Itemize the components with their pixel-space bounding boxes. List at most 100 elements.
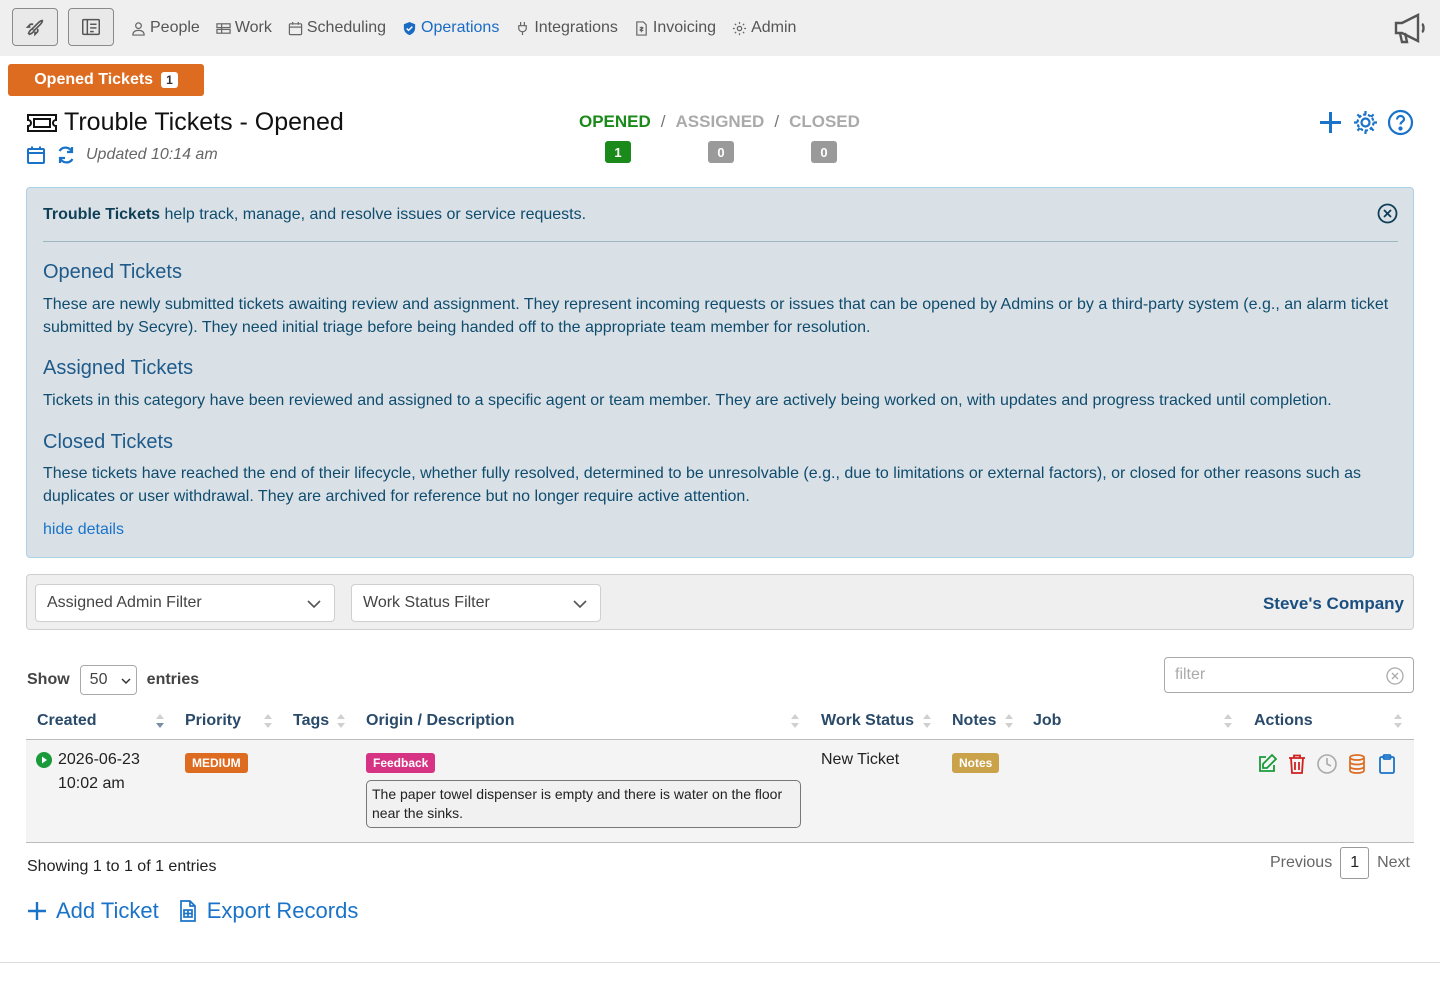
table-filter-input[interactable]: filter (1164, 657, 1414, 693)
info-intro-bold: Trouble Tickets (43, 206, 161, 223)
header-actions (1317, 109, 1414, 136)
dashboard-button[interactable] (68, 8, 114, 46)
database-icon[interactable] (1346, 753, 1368, 775)
column-created[interactable]: Created (37, 712, 97, 730)
work-status-filter-label: Work Status Filter (363, 594, 490, 611)
assigned-admin-filter-label: Assigned Admin Filter (47, 594, 202, 611)
table-filter-placeholder: filter (1175, 666, 1206, 683)
nav-people[interactable]: People (131, 19, 200, 37)
calendar-icon[interactable] (26, 145, 46, 165)
ticket-icon (27, 113, 57, 132)
page-1-button[interactable]: 1 (1340, 847, 1370, 879)
sort-icon[interactable] (1224, 714, 1232, 728)
opened-tickets-tab-count: 1 (161, 72, 178, 88)
table-header: Created Priority Tags Origin / Descripti… (26, 704, 1414, 740)
sort-icon[interactable] (923, 714, 931, 728)
entries-select[interactable]: 50 (79, 665, 137, 695)
close-icon[interactable] (1377, 203, 1398, 224)
add-ticket-button[interactable]: Add Ticket (26, 898, 159, 924)
closed-count-badge: 0 (811, 141, 837, 163)
nav-operations-label: Operations (421, 19, 500, 36)
status-closed-tab[interactable]: CLOSED (789, 112, 860, 132)
shield-check-icon (403, 21, 416, 35)
export-records-button[interactable]: Export Records (177, 898, 358, 924)
edit-icon[interactable] (1256, 753, 1278, 775)
origin-badge: Feedback (366, 753, 436, 773)
spreadsheet-file-icon (179, 900, 196, 922)
nav-work[interactable]: Work (216, 19, 272, 37)
nav-invoicing[interactable]: Invoicing (634, 19, 716, 37)
row-actions (1256, 753, 1398, 775)
play-circle-icon[interactable] (36, 752, 52, 768)
assigned-description: Tickets in this category have been revie… (43, 392, 1332, 409)
nav-admin[interactable]: Admin (732, 19, 796, 37)
add-ticket-label: Add Ticket (56, 898, 159, 923)
column-origin-description[interactable]: Origin / Description (366, 712, 514, 730)
bottom-actions: Add Ticket Export Records (26, 898, 358, 924)
megaphone-icon[interactable] (1392, 10, 1428, 46)
next-button[interactable]: Next (1377, 854, 1410, 872)
nav-people-label: People (150, 19, 200, 36)
clear-icon[interactable] (1386, 667, 1404, 685)
ticket-description: The paper towel dispenser is empty and t… (366, 780, 801, 828)
sort-icon[interactable] (264, 714, 272, 728)
table-row[interactable]: 2026-06-23 10:02 am MEDIUM Feedback The … (26, 740, 1414, 843)
plus-icon[interactable] (1317, 109, 1344, 136)
plug-icon (518, 21, 528, 35)
clipboard-icon[interactable] (1376, 753, 1398, 775)
status-separator: / (774, 112, 780, 131)
pagination: Previous 1 Next (1270, 847, 1410, 879)
chevron-down-icon (307, 600, 321, 609)
updated-text: Updated 10:14 am (86, 146, 218, 163)
help-icon[interactable] (1387, 109, 1414, 136)
page-title-text: Trouble Tickets - Opened (64, 108, 344, 136)
opened-tickets-tab[interactable]: Opened Tickets 1 (8, 64, 204, 96)
nav-invoicing-label: Invoicing (652, 19, 717, 36)
assigned-admin-filter[interactable]: Assigned Admin Filter (35, 584, 335, 622)
column-priority[interactable]: Priority (185, 712, 241, 730)
grid-icon (216, 22, 231, 34)
column-notes[interactable]: Notes (952, 712, 996, 730)
show-label: Show (27, 671, 70, 688)
notes-badge[interactable]: Notes (952, 753, 1000, 773)
rocket-button[interactable] (12, 8, 58, 46)
column-job[interactable]: Job (1033, 712, 1061, 730)
sort-desc-icon[interactable] (156, 714, 164, 728)
person-icon (132, 21, 145, 36)
gear-icon (733, 21, 747, 35)
divider (43, 241, 1398, 242)
column-work-status[interactable]: Work Status (821, 712, 914, 730)
nav-scheduling[interactable]: Scheduling (288, 19, 386, 37)
work-status-filter[interactable]: Work Status Filter (351, 584, 601, 622)
created-date: 2026-06-23 (58, 751, 140, 768)
nav-integrations[interactable]: Integrations (515, 19, 618, 37)
column-actions[interactable]: Actions (1254, 712, 1313, 730)
sort-icon[interactable] (791, 714, 799, 728)
company-name[interactable]: Steve's Company (1263, 594, 1404, 614)
status-tabs: OPENED / ASSIGNED / CLOSED (579, 112, 860, 132)
trash-icon[interactable] (1286, 753, 1308, 775)
sort-icon[interactable] (1394, 714, 1402, 728)
sort-icon[interactable] (1005, 714, 1013, 728)
clock-icon[interactable] (1316, 753, 1338, 775)
sort-icon[interactable] (337, 714, 345, 728)
column-tags[interactable]: Tags (293, 712, 329, 730)
previous-button[interactable]: Previous (1270, 854, 1332, 872)
showing-entries: Showing 1 to 1 of 1 entries (27, 858, 217, 875)
created-time: 10:02 am (58, 775, 125, 792)
assigned-count-badge: 0 (708, 141, 734, 163)
info-intro: Trouble Tickets help track, manage, and … (43, 206, 586, 224)
chevron-down-icon (573, 600, 587, 609)
gear-icon[interactable] (1352, 109, 1379, 136)
status-assigned-tab[interactable]: ASSIGNED (676, 112, 765, 132)
opened-tickets-tab-label: Opened Tickets (34, 71, 154, 88)
nav-operations[interactable]: Operations (402, 19, 499, 37)
main-nav: People Work Scheduling Operations Integr… (131, 0, 796, 56)
nav-work-label: Work (234, 19, 272, 36)
hide-details-link[interactable]: hide details (43, 521, 124, 539)
refresh-icon[interactable] (56, 145, 76, 165)
status-opened-tab[interactable]: OPENED (579, 112, 651, 132)
opened-count-badge: 1 (605, 141, 631, 163)
plus-icon (28, 902, 46, 920)
updated-row: Updated 10:14 am (26, 145, 218, 165)
